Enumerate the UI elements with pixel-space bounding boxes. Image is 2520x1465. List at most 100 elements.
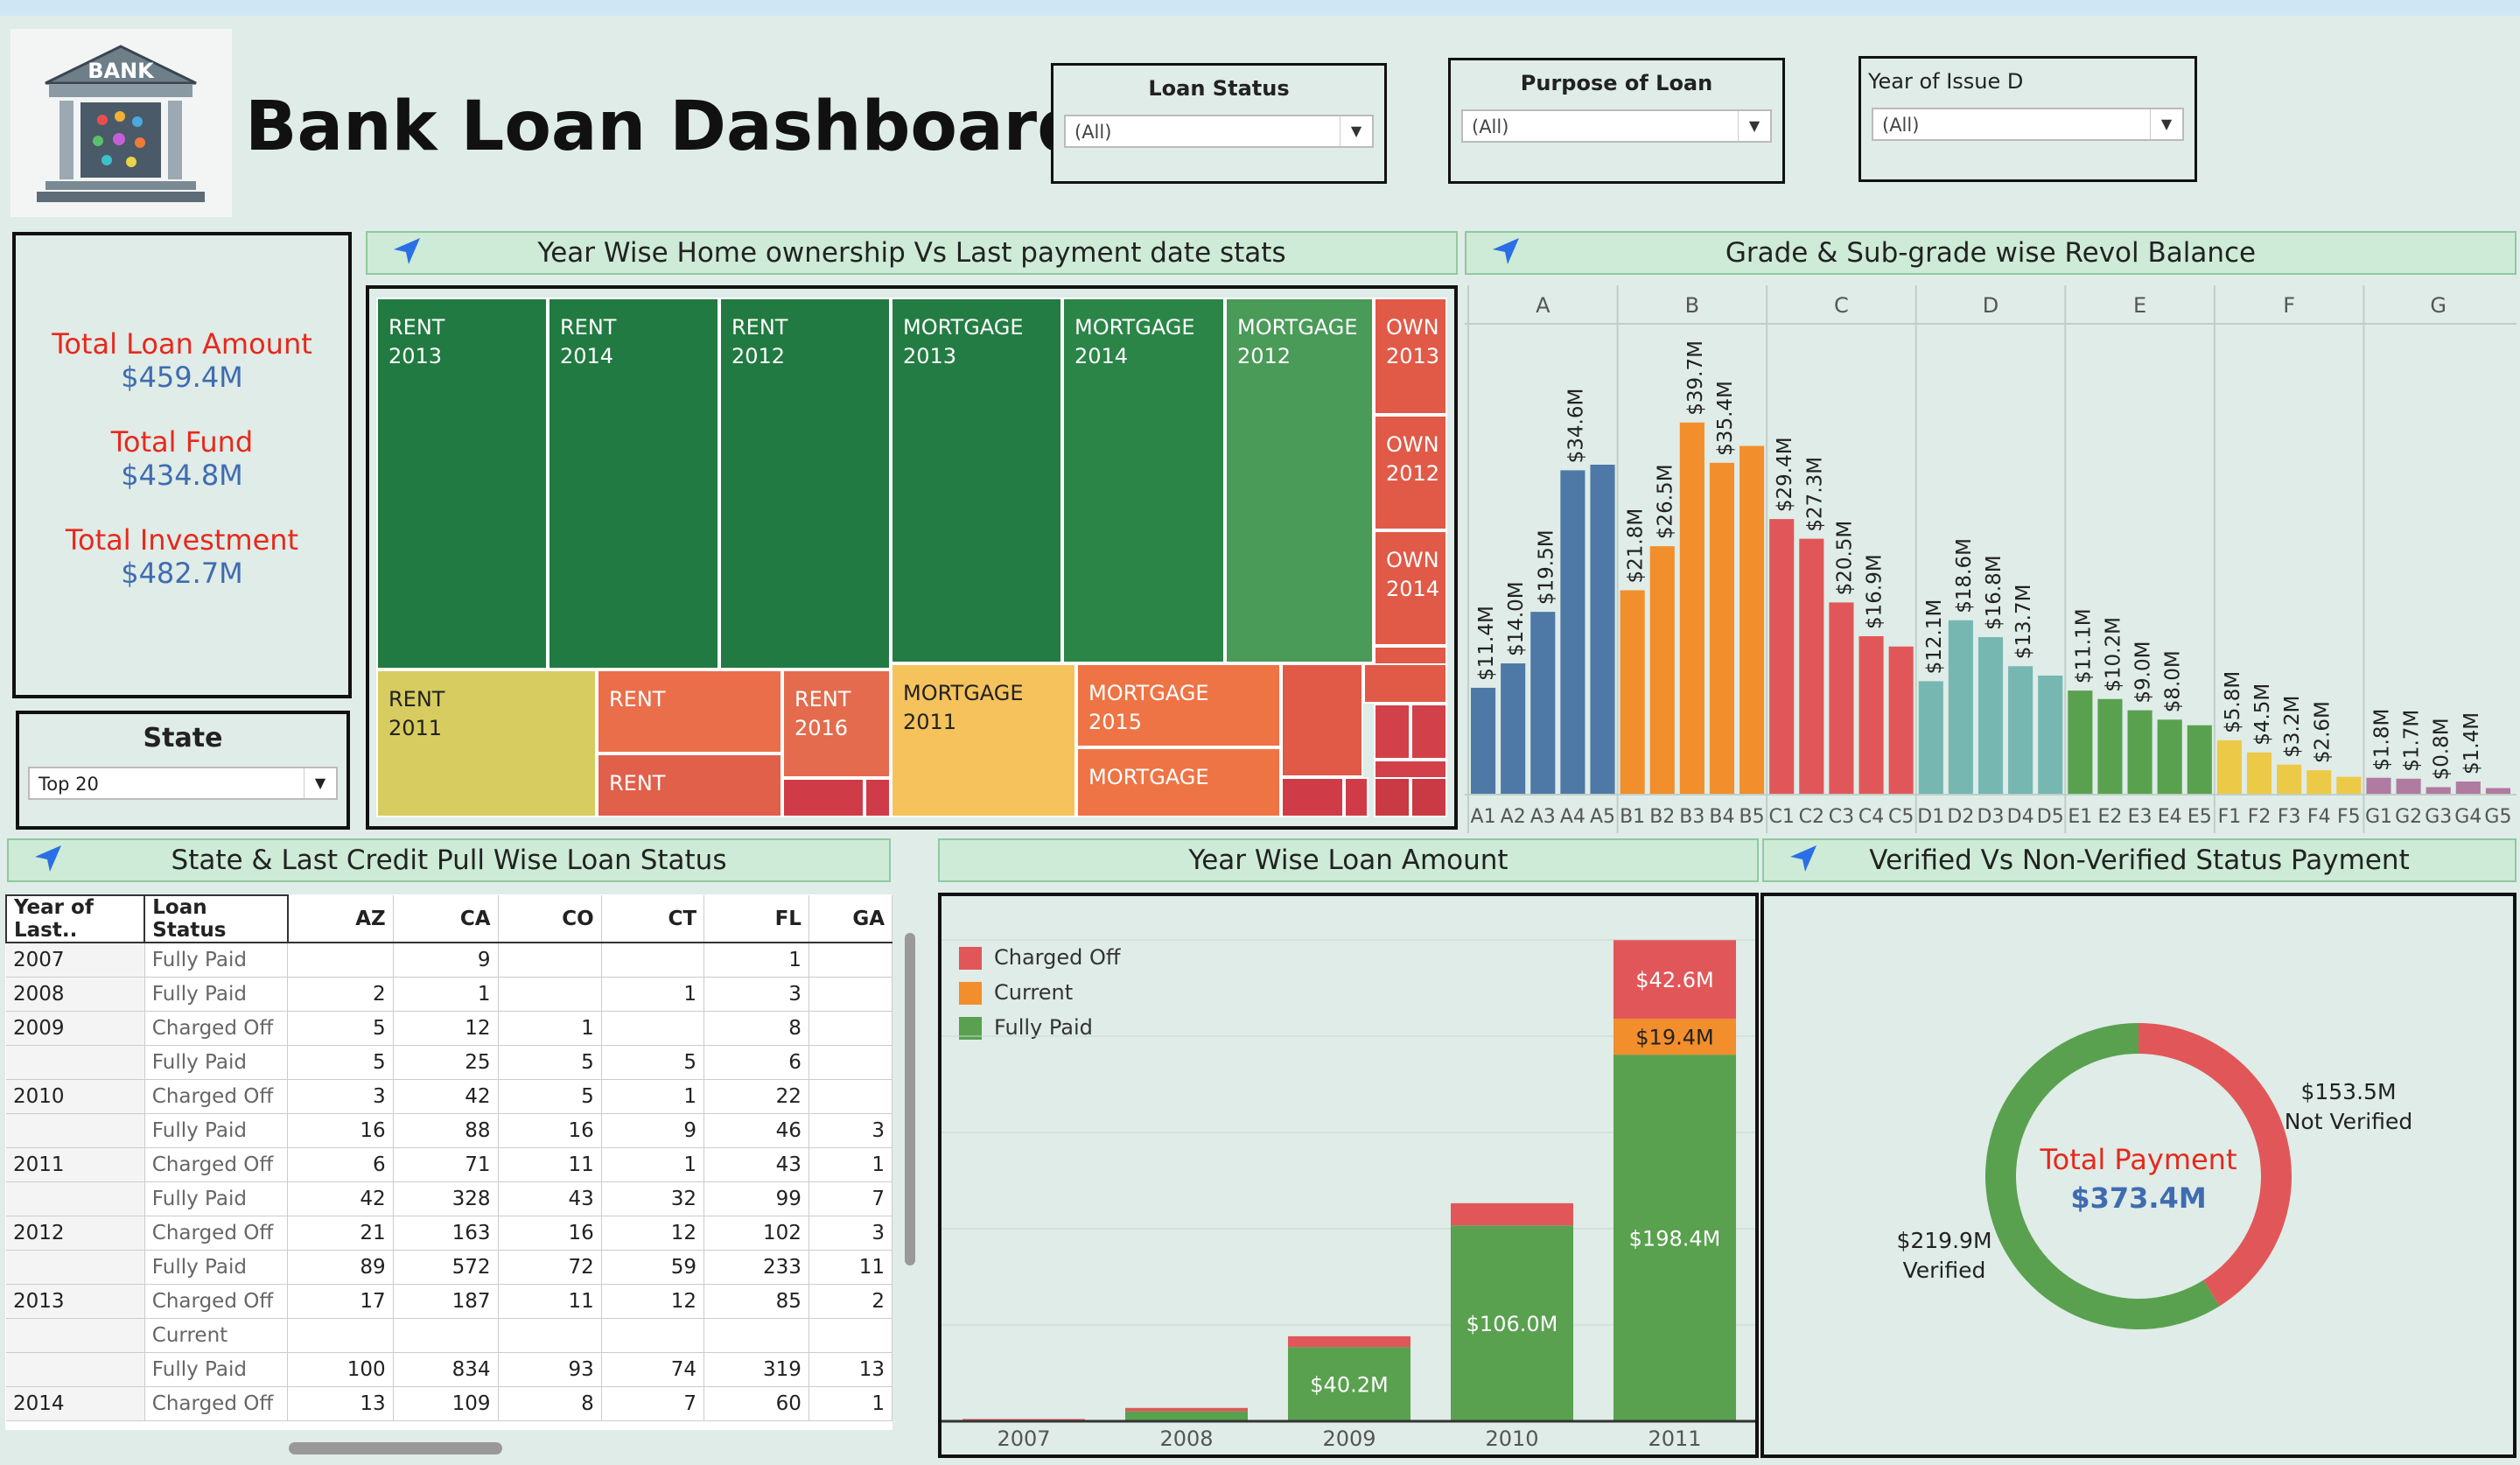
- subgrade-tick-label: B5: [1740, 806, 1765, 828]
- grade-bar: [2246, 752, 2272, 795]
- purpose-dropdown[interactable]: (All) ▼: [1461, 109, 1772, 143]
- treemap-cell[interactable]: RENT 2012: [719, 298, 891, 669]
- table-column-header[interactable]: CA: [393, 895, 499, 943]
- table-cell: 2010: [6, 1079, 145, 1114]
- state-filter[interactable]: State Top 20 ▼: [16, 711, 350, 830]
- chevron-down-icon[interactable]: ▼: [2150, 109, 2182, 139]
- treemap-cell-small[interactable]: [1374, 777, 1410, 817]
- table-cell: 11: [498, 1284, 602, 1319]
- treemap-cell[interactable]: MORTGAGE 2011: [891, 663, 1076, 817]
- treemap-cell[interactable]: RENT: [597, 669, 782, 754]
- grade-group-label: A: [1536, 293, 1550, 318]
- treemap-cell[interactable]: OWN 2013: [1374, 298, 1447, 415]
- grade-group-label: B: [1685, 293, 1699, 318]
- treemap-cell[interactable]: MORTGAGE 2013: [891, 298, 1062, 663]
- treemap-cell[interactable]: RENT 2014: [548, 298, 719, 669]
- chevron-down-icon[interactable]: ▼: [1340, 116, 1372, 146]
- table-column-header[interactable]: Year of Last..: [5, 894, 146, 943]
- treemap-cell-small[interactable]: [1374, 704, 1410, 760]
- table-column-header[interactable]: FL: [704, 895, 809, 943]
- treemap-cell[interactable]: MORTGAGE: [1076, 747, 1281, 817]
- treemap-cell[interactable]: MORTGAGE 2012: [1225, 298, 1374, 663]
- purpose-of-loan-filter[interactable]: Purpose of Loan (All) ▼: [1448, 58, 1785, 184]
- table-cell: [393, 1318, 499, 1353]
- subgrade-tick-label: D4: [2007, 806, 2034, 828]
- grade-bar: [2336, 776, 2362, 795]
- table-cell: 5: [498, 1079, 602, 1114]
- table-row: Fully Paid 42 328 43 32 99 7: [6, 1181, 892, 1216]
- loan-status-filter[interactable]: Loan Status (All) ▼: [1051, 63, 1387, 184]
- treemap-cell[interactable]: RENT: [597, 754, 782, 817]
- treemap-cell-small[interactable]: [864, 778, 891, 817]
- grade-bar: [2277, 764, 2302, 795]
- treemap-cell-small[interactable]: [1344, 777, 1368, 817]
- table-column-header[interactable]: CT: [601, 895, 705, 943]
- chevron-down-icon[interactable]: ▼: [304, 768, 336, 798]
- treemap-cell[interactable]: RENT 2011: [376, 669, 597, 817]
- kpi-panel: Total Loan Amount $459.4M Total Fund $43…: [12, 232, 352, 698]
- grade-bar: [2306, 770, 2332, 795]
- dashboard-title: Bank Loan Dashboard: [245, 88, 1086, 166]
- year-tick-label: 2009: [1322, 1426, 1376, 1451]
- treemap-cell-small[interactable]: [1410, 777, 1447, 817]
- grade-group-label: D: [1983, 293, 1998, 318]
- table-cell: [808, 1318, 892, 1353]
- grade-bar-label: $26.5M: [1655, 464, 1677, 539]
- table-row: 2012 Charged Off 21 163 16 12 102 3: [6, 1216, 892, 1251]
- table-cell: 3: [287, 1079, 394, 1114]
- navigate-arrow-icon[interactable]: [392, 236, 422, 266]
- subgrade-tick-label: C1: [1769, 806, 1795, 828]
- table-row: 2013 Charged Off 17 187 11 12 85 2: [6, 1284, 892, 1319]
- treemap-cell[interactable]: RENT 2016: [782, 669, 891, 778]
- table-cell: 13: [287, 1386, 394, 1421]
- table-row: Fully Paid 5 25 5 5 6: [6, 1045, 892, 1080]
- treemap-cell[interactable]: MORTGAGE 2015: [1076, 663, 1281, 747]
- subgrade-tick-label: D3: [1978, 806, 2005, 828]
- grade-bar-label: $9.0M: [2132, 641, 2155, 704]
- subgrade-tick-label: G2: [2395, 806, 2422, 828]
- year-loan-value-label: $40.2M: [1310, 1373, 1388, 1398]
- subgrade-tick-label: A2: [1501, 806, 1526, 828]
- table-column-header[interactable]: CO: [498, 895, 602, 943]
- table-cell: 99: [704, 1181, 809, 1216]
- subgrade-tick-label: D1: [1917, 806, 1944, 828]
- treemap-cell[interactable]: OWN 2012: [1374, 415, 1447, 530]
- navigate-arrow-icon[interactable]: [1788, 844, 1818, 873]
- vertical-scrollbar[interactable]: [905, 933, 915, 1265]
- table-cell: Charged Off: [144, 1216, 289, 1251]
- table-cell: Current: [144, 1318, 289, 1353]
- horizontal-scrollbar[interactable]: [289, 1442, 502, 1454]
- table-cell: [704, 1318, 809, 1353]
- navigate-arrow-icon[interactable]: [33, 844, 63, 873]
- treemap-cell-small[interactable]: [1363, 663, 1447, 704]
- grade-bar: [2127, 710, 2152, 795]
- treemap-cell[interactable]: OWN 2014: [1374, 530, 1447, 646]
- navigate-arrow-icon[interactable]: [1491, 236, 1521, 266]
- treemap-cell[interactable]: RENT 2013: [376, 298, 548, 669]
- table-cell: 12: [601, 1284, 705, 1319]
- table-cell: [808, 1045, 892, 1080]
- table-cell: Charged Off: [144, 1386, 289, 1421]
- state-dropdown[interactable]: Top 20 ▼: [28, 767, 338, 800]
- year-of-issue-filter[interactable]: Year of Issue D (All) ▼: [1858, 56, 2197, 182]
- loan-status-dropdown[interactable]: (All) ▼: [1064, 115, 1374, 148]
- chevron-down-icon[interactable]: ▼: [1738, 111, 1770, 141]
- table-column-header[interactable]: Loan Status: [144, 894, 289, 943]
- treemap-cell[interactable]: MORTGAGE 2014: [1062, 298, 1225, 663]
- treemap-cell-small[interactable]: [1410, 704, 1447, 760]
- treemap-cell-small[interactable]: [1281, 777, 1344, 817]
- table-column-header[interactable]: AZ: [287, 895, 394, 943]
- table-cell: 233: [704, 1250, 809, 1285]
- year-dropdown[interactable]: (All) ▼: [1872, 108, 2184, 141]
- table-cell: Fully Paid: [144, 977, 289, 1012]
- grade-bar-label: $34.6M: [1564, 389, 1587, 464]
- grade-bar-label: $27.3M: [1803, 457, 1826, 532]
- table-cell: [287, 943, 394, 978]
- table-cell: 32: [601, 1181, 705, 1216]
- year-dropdown-value: (All): [1882, 115, 1920, 136]
- grade-bar-label: $11.4M: [1475, 606, 1498, 681]
- treemap-cell-small[interactable]: [1281, 663, 1363, 777]
- table-column-header[interactable]: GA: [808, 895, 892, 943]
- table-cell: 163: [393, 1216, 499, 1251]
- treemap-cell-small[interactable]: [782, 778, 864, 817]
